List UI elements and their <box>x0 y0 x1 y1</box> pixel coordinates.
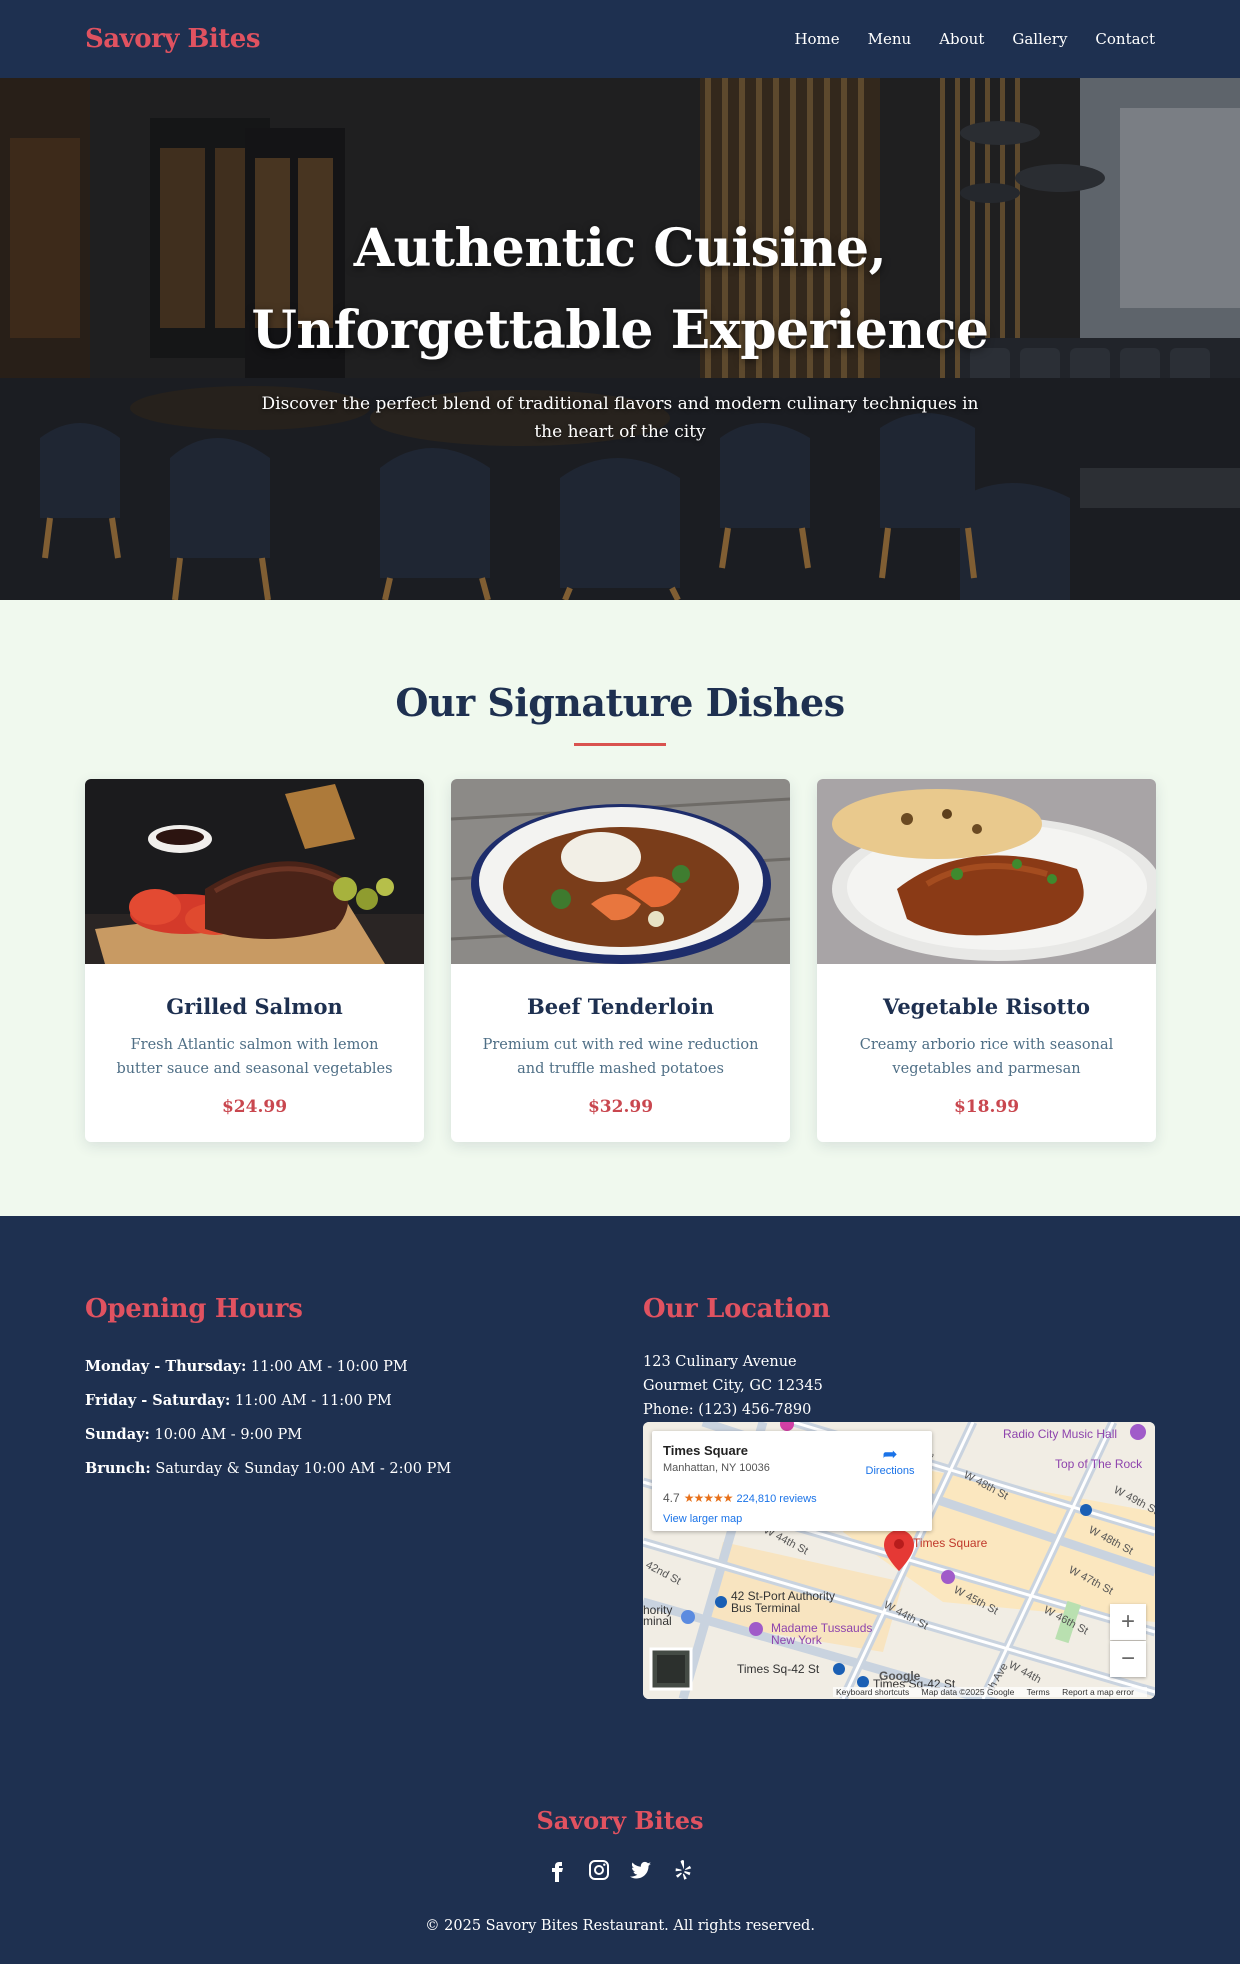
hero-section: Authentic Cuisine, Unforgettable Experie… <box>0 78 1240 600</box>
map-data-credit: Map data ©2025 Google <box>921 1687 1015 1697</box>
dish-name: Grilled Salmon <box>166 994 343 1019</box>
footer: Savory Bites © 2025 Savory Bites Restaur… <box>0 1736 1240 1964</box>
location-title: Our Location <box>643 1294 831 1324</box>
directions-label: Directions <box>865 1465 915 1477</box>
hours-row: Sunday: 10:00 AM - 9:00 PM <box>85 1418 451 1452</box>
map-reviews-link[interactable]: 224,810 reviews <box>736 1493 816 1505</box>
map-poi-label: Times Sq-42 St <box>737 1662 820 1676</box>
keyboard-shortcuts-link[interactable]: Keyboard shortcuts <box>836 1687 909 1697</box>
dish-image-beef-tenderloin <box>451 779 790 964</box>
dish-name: Vegetable Risotto <box>882 994 1091 1019</box>
section-title: Our Signature Dishes <box>395 680 845 725</box>
navbar: Savory Bites Home Menu About Gallery Con… <box>0 0 1240 78</box>
nav-menu: Home Menu About Gallery Contact <box>794 30 1155 48</box>
dish-name: Beef Tenderloin <box>526 994 714 1019</box>
map-poi-label: Top of The Rock <box>1055 1457 1143 1471</box>
hours-days: Monday - Thursday: <box>85 1358 247 1375</box>
dish-description: Fresh Atlantic salmon with lemon butter … <box>116 1037 393 1077</box>
hours-time: 11:00 AM - 10:00 PM <box>250 1359 408 1375</box>
address-line1: 123 Culinary Avenue <box>643 1354 797 1370</box>
dish-price: $18.99 <box>953 1097 1020 1117</box>
hours-time: Saturday & Sunday 10:00 AM - 2:00 PM <box>155 1461 452 1477</box>
social-links <box>0 1858 1240 1882</box>
signature-dishes-section: Our Signature Dishes Grilled Salmon Fres… <box>0 600 1240 1216</box>
map-poi-label: New York <box>771 1633 823 1647</box>
address-line2: Gourmet City, GC 12345 <box>643 1378 823 1394</box>
opening-hours-title: Opening Hours <box>85 1294 303 1324</box>
hero-title-line2: Unforgettable Experience <box>251 300 989 361</box>
dish-card-vegetable-risotto[interactable]: Vegetable Risotto Creamy arborio rice wi… <box>817 779 1156 1142</box>
instagram-icon[interactable] <box>587 1858 611 1882</box>
map-poi-label: Times Square <box>913 1536 988 1550</box>
opening-hours-list: Monday - Thursday: 11:00 AM - 10:00 PM F… <box>85 1350 451 1486</box>
hours-row: Brunch: Saturday & Sunday 10:00 AM - 2:0… <box>85 1452 451 1486</box>
dish-price: $32.99 <box>587 1097 654 1117</box>
report-error-link[interactable]: Report a map error <box>1062 1687 1134 1697</box>
zoom-out-button[interactable]: − <box>1110 1641 1146 1677</box>
map-place-name: Times Square <box>663 1443 749 1458</box>
copyright-text: © 2025 Savory Bites Restaurant. All righ… <box>425 1918 815 1934</box>
hero-title: Authentic Cuisine, Unforgettable Experie… <box>0 208 1240 372</box>
brand-logo[interactable]: Savory Bites <box>85 24 260 54</box>
directions-icon: ➦ <box>882 1444 898 1464</box>
hours-days: Sunday: <box>85 1426 150 1443</box>
map-place-rating: 4.7 ★★★★★ 224,810 reviews <box>663 1491 817 1505</box>
hours-days: Friday - Saturday: <box>85 1392 231 1409</box>
terms-link[interactable]: Terms <box>1027 1687 1050 1697</box>
dish-price: $24.99 <box>221 1097 288 1117</box>
yelp-icon[interactable] <box>671 1858 695 1882</box>
hours-time: 11:00 AM - 11:00 PM <box>234 1393 392 1409</box>
nav-link-gallery[interactable]: Gallery <box>1012 30 1067 48</box>
directions-button[interactable]: ➦ Directions <box>857 1445 923 1477</box>
dish-card-grilled-salmon[interactable]: Grilled Salmon Fresh Atlantic salmon wit… <box>85 779 424 1142</box>
zoom-in-button[interactable]: + <box>1110 1604 1146 1640</box>
facebook-icon[interactable] <box>545 1858 569 1882</box>
hours-row: Monday - Thursday: 11:00 AM - 10:00 PM <box>85 1350 451 1384</box>
map-footer: Keyboard shortcuts Map data ©2025 Google… <box>833 1687 1147 1697</box>
title-underline <box>574 743 666 746</box>
map-poi-label: minal <box>643 1614 672 1628</box>
nav-link-menu[interactable]: Menu <box>868 30 912 48</box>
dish-description: Premium cut with red wine reduction and … <box>482 1037 759 1077</box>
hero-title-line1: Authentic Cuisine, <box>353 218 887 279</box>
hero-content: Authentic Cuisine, Unforgettable Experie… <box>0 208 1240 446</box>
star-icon: ★★★★★ <box>683 1491 734 1505</box>
hours-time: 10:00 AM - 9:00 PM <box>154 1427 303 1443</box>
map-poi-label: Bus Terminal <box>731 1601 800 1615</box>
dish-image-vegetable-risotto <box>817 779 1156 964</box>
info-section: Opening Hours Monday - Thursday: 11:00 A… <box>0 1216 1240 1736</box>
twitter-icon[interactable] <box>629 1858 653 1882</box>
map-place-address: Manhattan, NY 10036 <box>663 1462 770 1474</box>
map-poi-icon[interactable] <box>749 1622 763 1636</box>
footer-brand: Savory Bites <box>536 1806 704 1835</box>
hero-subtitle: Discover the perfect blend of traditiona… <box>261 394 979 442</box>
view-larger-map-link[interactable]: View larger map <box>663 1513 742 1525</box>
map-place-card: Times Square Manhattan, NY 10036 4.7 ★★★★… <box>652 1431 932 1531</box>
map-poi-icon[interactable] <box>941 1570 955 1584</box>
address-phone: Phone: (123) 456-7890 <box>643 1402 812 1418</box>
nav-link-about[interactable]: About <box>939 30 984 48</box>
dish-card-beef-tenderloin[interactable]: Beef Tenderloin Premium cut with red win… <box>451 779 790 1142</box>
embedded-map[interactable]: W 48th St W 49th St W 48th St W 47th St … <box>643 1422 1155 1699</box>
map-poi-label: Radio City Music Hall <box>1003 1427 1117 1441</box>
hours-days: Brunch: <box>85 1460 151 1477</box>
nav-link-home[interactable]: Home <box>794 30 839 48</box>
dish-description: Creamy arborio rice with seasonal vegeta… <box>859 1037 1114 1077</box>
hours-row: Friday - Saturday: 11:00 AM - 11:00 PM <box>85 1384 451 1418</box>
google-logo: Google <box>879 1669 921 1683</box>
map-rating-value: 4.7 <box>663 1491 680 1505</box>
nav-link-contact[interactable]: Contact <box>1095 30 1155 48</box>
dish-image-grilled-salmon <box>85 779 424 964</box>
location-address: 123 Culinary Avenue Gourmet City, GC 123… <box>643 1350 823 1422</box>
